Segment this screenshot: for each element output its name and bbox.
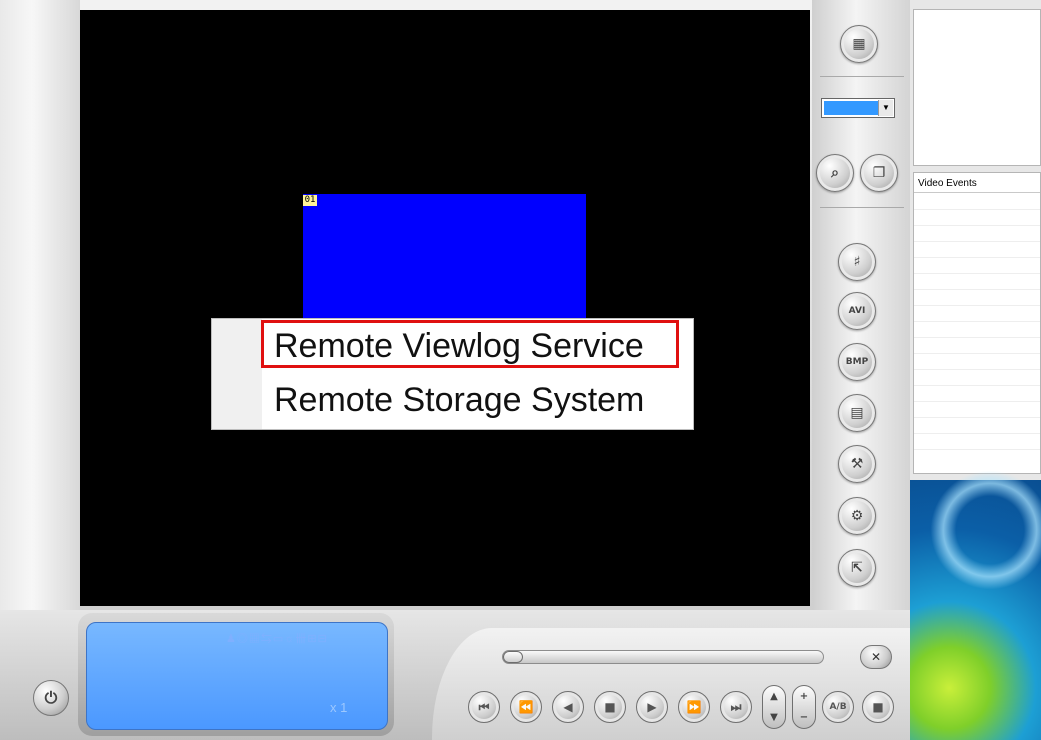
search-button[interactable]: ⌕ [816, 154, 854, 192]
list-row-divider [914, 385, 1040, 386]
list-row-divider [914, 321, 1040, 322]
channel-select-value [824, 101, 880, 115]
chevron-down-icon: ▼ [770, 711, 778, 723]
list-row-divider [914, 401, 1040, 402]
skip-to-end-icon: ⏭ [730, 699, 742, 714]
plus-icon: + [799, 690, 809, 702]
step-back-icon: ⏪ [518, 700, 534, 714]
step-back-button[interactable]: ⏪ [510, 691, 542, 723]
list-row-divider [914, 305, 1040, 306]
list-row-divider [914, 337, 1040, 338]
copy-button[interactable]: ❐ [860, 154, 898, 192]
skip-to-start-button[interactable]: ⏮ [468, 691, 500, 723]
list-row-divider [914, 225, 1040, 226]
list-row-divider [914, 273, 1040, 274]
list-row-divider [914, 289, 1040, 290]
stop-icon: ■ [604, 700, 616, 714]
search-icon: ⌕ [831, 165, 839, 181]
speed-plus-minus-button[interactable]: + − [792, 685, 816, 729]
settings-button[interactable]: ⚙ [838, 497, 876, 535]
camera-tile-number: 01 [303, 195, 317, 206]
video-events-list[interactable]: Video Events [913, 172, 1041, 474]
camera-tile[interactable] [303, 194, 586, 332]
tools-button[interactable]: ⚒ [838, 445, 876, 483]
playback-speed: x 1 [330, 700, 348, 715]
remote-exit-icon: ⇱ [851, 560, 863, 576]
bmp-snapshot-button[interactable]: BMP [838, 343, 876, 381]
chevron-up-icon: ▲ [770, 690, 778, 702]
video-events-header: Video Events [914, 173, 1040, 193]
list-row-divider [914, 257, 1040, 258]
list-row-divider [914, 449, 1040, 450]
list-row-divider [914, 417, 1040, 418]
print-button[interactable]: ▤ [838, 394, 876, 432]
print-icon: ▤ [850, 405, 864, 421]
skip-to-end-button[interactable]: ⏭ [720, 691, 752, 723]
ab-repeat-icon: A/B [829, 702, 847, 712]
status-indicator-icons: ♟◎▦⇆▭☼卌⊞⊟ [226, 633, 328, 645]
seek-slider-thumb[interactable] [503, 651, 523, 663]
copy-icon: ❐ [872, 165, 886, 181]
list-row-divider [914, 241, 1040, 242]
display-layout-button[interactable]: ▦ [840, 25, 878, 63]
wallpaper-swirl [930, 470, 1041, 590]
fullscreen-button[interactable]: ■ [862, 691, 894, 723]
display-layout-icon: ▦ [852, 36, 866, 52]
mute-icon: ✕ [870, 650, 882, 664]
tools-icon: ⚒ [850, 456, 864, 472]
skip-to-start-icon: ⏮ [478, 699, 490, 714]
bmp-snapshot-icon: BMP [845, 357, 869, 367]
transport-panel [432, 628, 910, 740]
settings-icon: ⚙ [850, 508, 864, 524]
power-button[interactable]: ⏻ [33, 680, 69, 716]
frame-up-down-button[interactable]: ▲ ▼ [762, 685, 786, 729]
preview-box [913, 9, 1041, 166]
play-button[interactable]: ▶ [636, 691, 668, 723]
channel-select[interactable]: ▼ [821, 98, 895, 118]
list-row-divider [914, 369, 1040, 370]
menu-item-remote-storage-system[interactable]: Remote Storage System [274, 381, 644, 420]
highlight-annotation [261, 320, 679, 368]
stop-button[interactable]: ■ [594, 691, 626, 723]
seek-slider[interactable] [502, 650, 824, 664]
menu-icon-gutter [212, 319, 262, 429]
remote-exit-button[interactable]: ⇱ [838, 549, 876, 587]
divider [820, 207, 904, 208]
reverse-play-button[interactable]: ◀ [552, 691, 584, 723]
step-forward-icon: ⏩ [686, 700, 702, 714]
reverse-play-icon: ◀ [563, 700, 573, 714]
divider [820, 76, 904, 77]
fullscreen-icon: ■ [872, 700, 884, 714]
chevron-down-icon[interactable]: ▼ [878, 100, 893, 116]
mute-button[interactable]: ✕ [860, 645, 892, 669]
list-row-divider [914, 353, 1040, 354]
avi-export-button[interactable]: AVI [838, 292, 876, 330]
list-row-divider [914, 209, 1040, 210]
equalizer-button[interactable]: ♯ [838, 243, 876, 281]
play-icon: ▶ [647, 700, 657, 714]
avi-export-icon: AVI [848, 306, 866, 316]
step-forward-button[interactable]: ⏩ [678, 691, 710, 723]
list-row-divider [914, 433, 1040, 434]
ab-repeat-button[interactable]: A/B [822, 691, 854, 723]
minus-icon: − [799, 711, 809, 723]
equalizer-icon: ♯ [853, 254, 861, 270]
power-icon: ⏻ [44, 688, 58, 707]
